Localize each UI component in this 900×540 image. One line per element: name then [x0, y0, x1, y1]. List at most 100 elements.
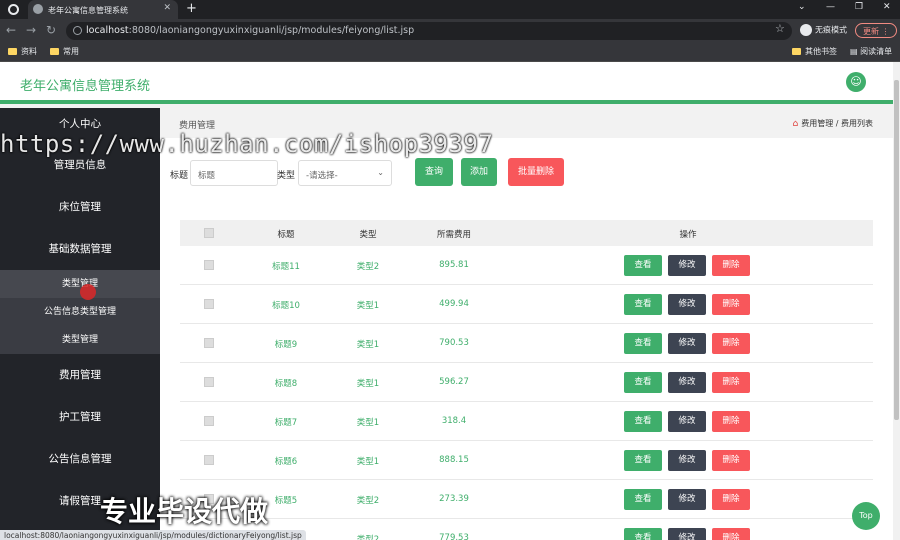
cell-type: 类型1	[356, 457, 380, 467]
cell-title: 标题6	[274, 457, 298, 467]
view-button[interactable]: 查看	[624, 372, 662, 393]
cell-title: 标题7	[274, 418, 298, 428]
breadcrumb-link[interactable]: 费用管理	[801, 119, 833, 128]
title-input[interactable]: 标题	[190, 160, 278, 186]
view-button[interactable]: 查看	[624, 489, 662, 510]
view-button[interactable]: 查看	[624, 255, 662, 276]
main-content: 费用管理 ⌂ 费用管理 / 费用列表 标题 标题 类型 -请选择- ⌄ 查询 添加…	[160, 108, 893, 540]
minimize-icon[interactable]: —	[826, 2, 835, 12]
edit-button[interactable]: 修改	[668, 489, 706, 510]
edit-button[interactable]: 修改	[668, 411, 706, 432]
window-close-icon[interactable]: ✕	[883, 2, 891, 12]
type-select[interactable]: -请选择- ⌄	[298, 160, 392, 186]
reload-icon[interactable]: ↻	[46, 23, 56, 37]
user-avatar-icon[interactable]: ☺	[846, 72, 866, 92]
view-button[interactable]: 查看	[624, 294, 662, 315]
delete-button[interactable]: 删除	[712, 294, 750, 315]
sidebar-subitem-type-management-2[interactable]: 类型管理	[0, 326, 160, 354]
delete-button[interactable]: 删除	[712, 372, 750, 393]
view-button[interactable]: 查看	[624, 333, 662, 354]
sidebar-item-cost-management[interactable]: 费用管理	[0, 354, 160, 396]
edit-button[interactable]: 修改	[668, 255, 706, 276]
row-checkbox[interactable]	[204, 455, 214, 465]
tab-close-icon[interactable]: ✕	[163, 3, 171, 13]
cell-cost: 888.15	[439, 455, 469, 465]
chevron-down-icon: ⌄	[377, 168, 384, 177]
reading-list[interactable]: ▤ 阅读清单	[850, 46, 892, 57]
table-row: 标题8 类型1 596.27 查看 修改 删除	[180, 363, 873, 402]
sidebar-item-bed-management[interactable]: 床位管理	[0, 186, 160, 228]
chrome-menu-icon[interactable]	[8, 4, 19, 15]
home-icon[interactable]: ⌂	[792, 119, 798, 129]
edit-button[interactable]: 修改	[668, 450, 706, 471]
page-scrollbar[interactable]	[893, 62, 900, 540]
bookmark-folder-2[interactable]: 常用	[50, 46, 79, 57]
header-type: 类型	[359, 230, 377, 240]
incognito-indicator[interactable]: 无痕模式	[800, 24, 847, 36]
delete-button[interactable]: 删除	[712, 450, 750, 471]
cell-title: 标题8	[274, 379, 298, 389]
forward-icon[interactable]: →	[26, 23, 36, 37]
delete-button[interactable]: 删除	[712, 489, 750, 510]
table-row: 标题5 类型2 273.39 查看 修改 删除	[180, 480, 873, 519]
cell-cost: 790.53	[439, 338, 469, 348]
favicon-icon	[33, 4, 43, 14]
row-checkbox[interactable]	[204, 299, 214, 309]
delete-button[interactable]: 删除	[712, 333, 750, 354]
tab-title: 老年公寓信息管理系统	[48, 6, 128, 15]
table-header: 标题 类型 所需费用 操作	[180, 220, 873, 246]
url-path: :8080/laoniangongyuxinxiguanli/jsp/modul…	[128, 25, 415, 36]
query-button[interactable]: 查询	[415, 158, 453, 186]
delete-button[interactable]: 删除	[712, 528, 750, 540]
batch-delete-button[interactable]: 批量删除	[508, 158, 564, 186]
row-checkbox[interactable]	[204, 377, 214, 387]
url-host: localhost	[86, 25, 129, 36]
restore-icon[interactable]: ❐	[855, 2, 863, 12]
back-icon[interactable]: ←	[6, 23, 16, 37]
cell-type: 类型1	[356, 340, 380, 350]
breadcrumb-separator: /	[835, 119, 839, 128]
row-checkbox[interactable]	[204, 338, 214, 348]
sidebar-item-basic-data[interactable]: 基础数据管理	[0, 228, 160, 270]
app-title: 老年公寓信息管理系统	[20, 79, 151, 94]
edit-button[interactable]: 修改	[668, 333, 706, 354]
web-page: 老年公寓信息管理系统 ☺ 个人中心 管理员信息 床位管理 基础数据管理 类型管理…	[0, 62, 900, 540]
sidebar-item-notice-management[interactable]: 公告信息管理	[0, 438, 160, 480]
cell-title: 标题11	[272, 262, 300, 272]
edit-button[interactable]: 修改	[668, 528, 706, 540]
tab-search-icon[interactable]: ⌄	[798, 2, 806, 12]
url-field[interactable]: localhost:8080/laoniangongyuxinxiguanli/…	[66, 22, 792, 40]
view-button[interactable]: 查看	[624, 450, 662, 471]
watermark-url: https://www.huzhan.com/ishop39397	[0, 130, 494, 158]
delete-button[interactable]: 删除	[712, 255, 750, 276]
site-info-icon[interactable]	[73, 26, 82, 35]
back-to-top-button[interactable]: Top	[852, 502, 880, 530]
sidebar-item-nurse-management[interactable]: 护工管理	[0, 396, 160, 438]
delete-button[interactable]: 删除	[712, 411, 750, 432]
view-button[interactable]: 查看	[624, 528, 662, 540]
breadcrumb-current: 费用列表	[841, 119, 873, 128]
add-button[interactable]: 添加	[461, 158, 497, 186]
row-checkbox[interactable]	[204, 416, 214, 426]
update-button[interactable]: 更新 ⋮	[855, 23, 897, 38]
cell-type: 类型2	[356, 262, 380, 272]
new-tab-icon[interactable]: +	[186, 1, 197, 16]
edit-button[interactable]: 修改	[668, 294, 706, 315]
bookmark-label: 阅读清单	[860, 47, 893, 56]
view-button[interactable]: 查看	[624, 411, 662, 432]
header-cost: 所需费用	[436, 230, 471, 240]
scrollbar-thumb[interactable]	[894, 80, 899, 420]
select-all-checkbox[interactable]	[204, 228, 214, 238]
browser-tab[interactable]: 老年公寓信息管理系统 ✕	[28, 0, 178, 19]
sidebar-subitem-notice-type[interactable]: 公告信息类型管理	[0, 298, 160, 326]
cell-cost: 895.81	[439, 260, 469, 270]
bookmark-star-icon[interactable]: ☆	[775, 22, 785, 35]
table-row: 标题11 类型2 895.81 查看 修改 删除	[180, 246, 873, 285]
other-bookmarks[interactable]: 其他书签	[792, 46, 837, 57]
cell-type: 类型1	[356, 418, 380, 428]
edit-button[interactable]: 修改	[668, 372, 706, 393]
cell-cost: 273.39	[439, 494, 469, 504]
bookmark-folder-1[interactable]: 资料	[8, 46, 37, 57]
row-checkbox[interactable]	[204, 260, 214, 270]
cell-type: 类型2	[356, 535, 380, 540]
